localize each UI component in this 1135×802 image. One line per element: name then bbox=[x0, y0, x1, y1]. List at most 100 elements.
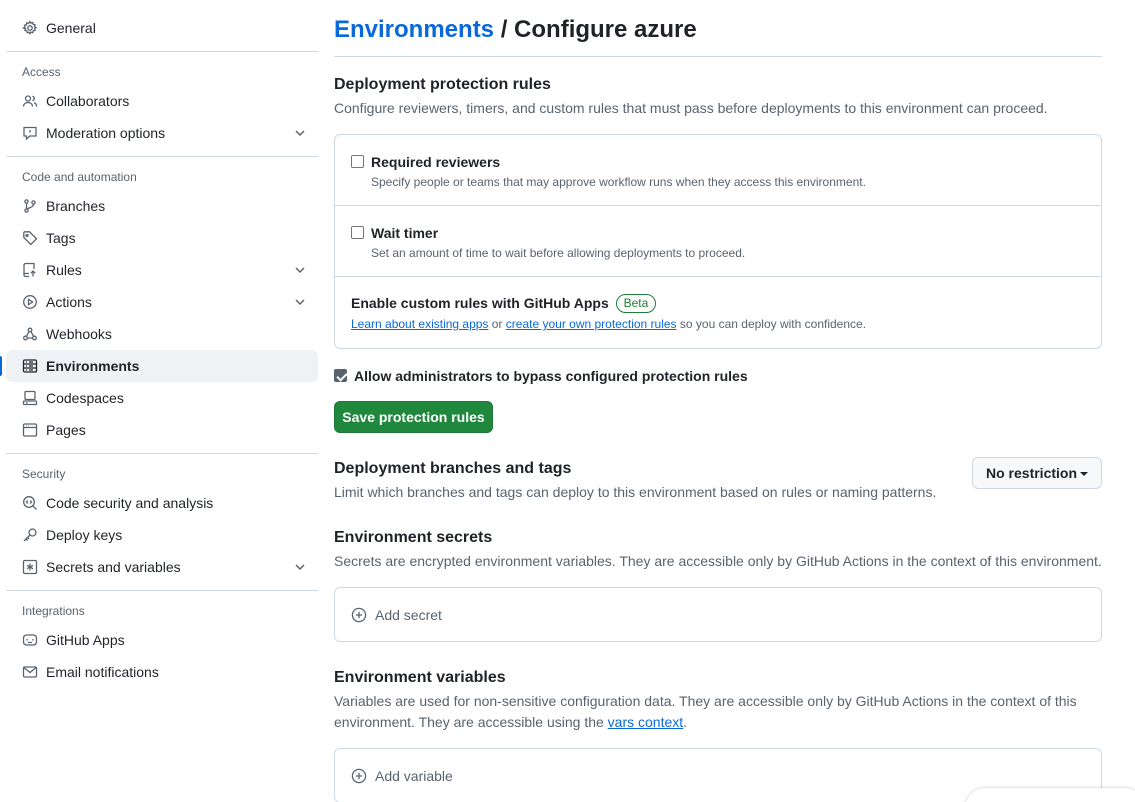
key-icon bbox=[22, 527, 38, 543]
chevron-down-icon[interactable] bbox=[292, 294, 308, 310]
sidebar-item-email[interactable]: Email notifications bbox=[6, 656, 318, 688]
title-divider bbox=[334, 56, 1102, 57]
sidebar-item-rules[interactable]: Rules bbox=[6, 254, 318, 286]
sidebar-item-general[interactable]: General bbox=[6, 12, 318, 44]
chevron-down-icon[interactable] bbox=[292, 559, 308, 575]
sidebar-divider bbox=[6, 156, 318, 157]
sidebar-item-tags[interactable]: Tags bbox=[6, 222, 318, 254]
page-title: Environments / Configure azure bbox=[334, 16, 697, 44]
chevron-down-icon[interactable] bbox=[292, 262, 308, 278]
custom-rules-row: Enable custom rules with GitHub Apps Bet… bbox=[335, 277, 1101, 348]
floating-widget-edge bbox=[965, 788, 1135, 802]
server-icon bbox=[22, 358, 38, 374]
sidebar-item-environments[interactable]: Environments bbox=[0, 350, 318, 382]
protection-rules-description: Configure reviewers, timers, and custom … bbox=[334, 100, 1048, 116]
tag-icon bbox=[22, 230, 38, 246]
branch-restriction-select[interactable]: No restriction bbox=[972, 457, 1102, 489]
sidebar-item-label: Codespaces bbox=[46, 390, 124, 406]
triangle-down-icon bbox=[1080, 472, 1088, 476]
sidebar-item-deploy-keys[interactable]: Deploy keys bbox=[6, 519, 318, 551]
custom-rules-suffix: so you can deploy with confidence. bbox=[679, 317, 867, 331]
report-icon bbox=[22, 125, 38, 141]
play-icon bbox=[22, 294, 38, 310]
sidebar-item-pages[interactable]: Pages bbox=[6, 414, 318, 446]
sidebar-item-label: Pages bbox=[46, 422, 86, 438]
environment-variables-description-line2: environment. They are accessible using t… bbox=[334, 714, 687, 730]
required-reviewers-note: Specify people or teams that may approve… bbox=[371, 175, 866, 189]
wait-timer-label[interactable]: Wait timer bbox=[371, 225, 438, 241]
repo-push-icon bbox=[22, 262, 38, 278]
sidebar-item-label: Secrets and variables bbox=[46, 559, 181, 575]
required-reviewers-checkbox[interactable] bbox=[351, 155, 364, 168]
gear-icon bbox=[22, 20, 38, 36]
page-title-text: Configure azure bbox=[514, 16, 697, 43]
beta-badge: Beta bbox=[615, 294, 657, 313]
sidebar-item-collaborators[interactable]: Collaborators bbox=[6, 85, 318, 117]
sidebar-divider bbox=[6, 453, 318, 454]
environment-secrets-description: Secrets are encrypted environment variab… bbox=[334, 553, 1102, 569]
asterisk-box-icon bbox=[22, 559, 38, 575]
sidebar-divider bbox=[6, 590, 318, 591]
sidebar-item-label: Rules bbox=[46, 262, 82, 278]
sidebar-item-label: Environments bbox=[46, 358, 140, 374]
settings-sidebar: General Access Collaborators Moderation … bbox=[0, 0, 318, 688]
sidebar-section-code-automation: Code and automation bbox=[22, 170, 137, 184]
sidebar-section-integrations: Integrations bbox=[22, 604, 85, 618]
protection-rules-box: Required reviewers Specify people or tea… bbox=[334, 134, 1102, 349]
sidebar-item-codespaces[interactable]: Codespaces bbox=[6, 382, 318, 414]
sidebar-item-webhooks[interactable]: Webhooks bbox=[6, 318, 318, 350]
sidebar-item-label: Code security and analysis bbox=[46, 495, 214, 511]
custom-rules-label: Enable custom rules with GitHub Apps bbox=[351, 295, 609, 311]
plus-circle-icon bbox=[351, 607, 367, 623]
sidebar-item-label: Email notifications bbox=[46, 664, 159, 680]
custom-rules-or: or bbox=[491, 317, 503, 331]
sidebar-section-access: Access bbox=[22, 65, 61, 79]
webhook-icon bbox=[22, 326, 38, 342]
breadcrumb-environments-link[interactable]: Environments bbox=[334, 16, 494, 43]
wait-timer-note: Set an amount of time to wait before all… bbox=[371, 246, 746, 260]
add-secret-button[interactable]: Add secret bbox=[334, 587, 1102, 642]
add-secret-label: Add secret bbox=[375, 606, 442, 623]
environment-variables-description-line1: Variables are used for non-sensitive con… bbox=[334, 693, 1077, 709]
sidebar-item-label: Collaborators bbox=[46, 93, 130, 109]
environment-secrets-heading: Environment secrets bbox=[334, 529, 493, 546]
mail-icon bbox=[22, 664, 38, 680]
git-branch-icon bbox=[22, 198, 38, 214]
admin-bypass-checkbox[interactable] bbox=[334, 369, 347, 382]
sidebar-item-code-security[interactable]: Code security and analysis bbox=[6, 487, 318, 519]
custom-rules-title: Enable custom rules with GitHub Apps Bet… bbox=[351, 294, 657, 313]
sidebar-item-label: Deploy keys bbox=[46, 527, 123, 543]
environment-variables-heading: Environment variables bbox=[334, 669, 506, 686]
learn-existing-apps-link[interactable]: Learn about existing apps bbox=[351, 317, 488, 331]
wait-timer-row: Wait timer Set an amount of time to wait… bbox=[335, 206, 1101, 277]
sidebar-item-branches[interactable]: Branches bbox=[6, 190, 318, 222]
deployment-branches-heading: Deployment branches and tags bbox=[334, 460, 572, 477]
admin-bypass-label[interactable]: Allow administrators to bypass configure… bbox=[354, 368, 748, 384]
custom-rules-note: Learn about existing apps or create your… bbox=[351, 317, 866, 331]
sidebar-item-label: Tags bbox=[46, 230, 76, 246]
hubot-icon bbox=[22, 632, 38, 648]
browser-icon bbox=[22, 422, 38, 438]
sidebar-item-label: Moderation options bbox=[46, 125, 166, 141]
sidebar-item-label: General bbox=[46, 20, 96, 36]
vars-context-link[interactable]: vars context bbox=[608, 714, 683, 730]
sidebar-item-actions[interactable]: Actions bbox=[6, 286, 318, 318]
required-reviewers-label[interactable]: Required reviewers bbox=[371, 154, 500, 170]
sidebar-item-moderation[interactable]: Moderation options bbox=[6, 117, 318, 149]
sidebar-item-label: Actions bbox=[46, 294, 92, 310]
create-protection-rules-link[interactable]: create your own protection rules bbox=[506, 317, 677, 331]
deployment-branches-description: Limit which branches and tags can deploy… bbox=[334, 484, 937, 500]
variables-desc-suffix: . bbox=[683, 714, 688, 730]
branch-restriction-value: No restriction bbox=[986, 465, 1078, 481]
chevron-down-icon[interactable] bbox=[292, 125, 308, 141]
required-reviewers-row: Required reviewers Specify people or tea… bbox=[335, 135, 1101, 206]
sidebar-item-label: Branches bbox=[46, 198, 106, 214]
add-variable-label: Add variable bbox=[375, 767, 453, 784]
save-protection-rules-button[interactable]: Save protection rules bbox=[334, 401, 493, 433]
people-icon bbox=[22, 93, 38, 109]
sidebar-divider bbox=[6, 51, 318, 52]
codespaces-icon bbox=[22, 390, 38, 406]
sidebar-item-github-apps[interactable]: GitHub Apps bbox=[6, 624, 318, 656]
sidebar-item-secrets[interactable]: Secrets and variables bbox=[6, 551, 318, 583]
wait-timer-checkbox[interactable] bbox=[351, 226, 364, 239]
